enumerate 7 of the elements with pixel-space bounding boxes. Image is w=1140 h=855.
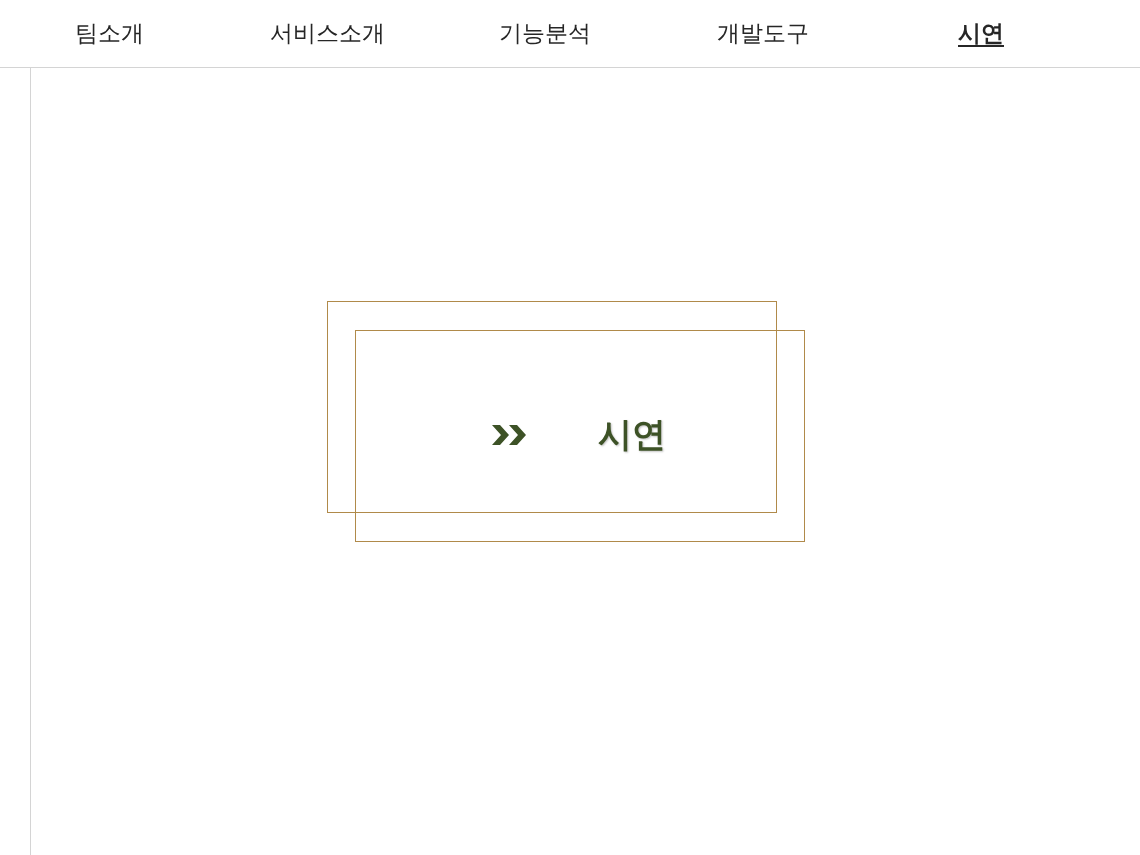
nav-tab[interactable]: 개발도구: [717, 18, 809, 49]
nav-tab[interactable]: 기능분석: [499, 18, 591, 49]
nav-tab[interactable]: 서비스소개: [269, 18, 385, 49]
section-title: 시연: [598, 413, 666, 456]
nav-tab[interactable]: 시연: [958, 18, 1004, 49]
nav-tab[interactable]: 팀소개: [74, 18, 144, 49]
double-chevron-icon: [492, 425, 528, 445]
